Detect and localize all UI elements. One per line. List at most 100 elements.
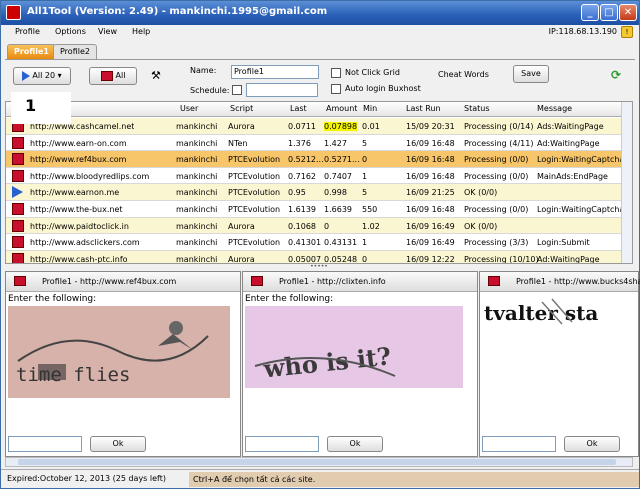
menu-options[interactable]: Options [55,27,86,36]
stop-icon[interactable] [12,236,24,249]
tab-profile1[interactable]: Profile1 [7,44,56,59]
play-icon[interactable] [12,186,23,199]
user-cell: mankinchi [176,138,218,148]
cheat-words-link[interactable]: Cheat Words [438,70,489,79]
site-cell: http://www.the-bux.net [30,205,123,214]
ok-button[interactable]: Ok [90,436,146,452]
min-cell: 1 [362,238,368,248]
menu-profile[interactable]: Profile [15,27,40,36]
amount-cell: 1.427 [324,138,347,148]
amount-cell: 0.7407 [324,171,352,181]
amount-cell: 0.5271... [324,155,360,165]
message-cell: Ad:WaitingPage [537,254,600,264]
run-all-button[interactable]: All 20 ▾ [13,67,71,85]
col-message[interactable]: Message [537,104,572,113]
site-cell: http://www.earnon.me [30,188,120,198]
scroll-thumb[interactable] [18,459,616,465]
message-cell: Login:WaitingCaptcha [537,155,625,165]
table-row[interactable]: http://www.cashcamel.net mankinchi Aurora 0… [6,118,622,135]
window-title: All1Tool (Version: 2.49) - mankinchi.199… [27,6,328,17]
script-cell: Aurora [228,221,255,231]
stop-icon[interactable] [12,169,24,182]
col-last[interactable]: Last [290,104,307,113]
ok-button[interactable]: Ok [327,436,383,452]
name-input[interactable]: Profile1 [231,65,319,79]
save-button[interactable]: Save [513,65,549,83]
script-cell: PTCEvolution [228,188,281,198]
stop-icon[interactable] [488,276,500,286]
table-row[interactable]: http://www.adsclickers.com mankinchi PTCEv… [6,234,622,251]
stop-icon[interactable] [14,276,26,286]
captcha-text: time flies [16,364,130,386]
splitter[interactable]: ••••• [5,264,633,270]
grid-scrollbar[interactable] [621,102,632,263]
not-click-grid-checkbox[interactable] [331,68,341,78]
last-cell: 1.6139 [288,205,316,214]
app-window: All1Tool (Version: 2.49) - mankinchi.199… [0,0,640,489]
amount-cell: 0 [324,221,330,231]
site-cell: http://www.bloodyredlips.com [30,171,150,181]
info-icon[interactable]: ! [621,26,633,38]
tab-profile2[interactable]: Profile2 [53,44,97,59]
title-bar[interactable]: All1Tool (Version: 2.49) - mankinchi.199… [1,1,639,25]
last-cell: 0.5212... [288,155,324,165]
stop-icon[interactable] [12,136,24,149]
horizontal-scrollbar[interactable] [5,457,633,467]
captcha-prompt: Enter the following: [8,294,97,304]
stop-icon[interactable] [12,153,24,166]
min-cell: 5 [362,138,368,148]
message-cell: Login:WaitingCaptcha [537,205,625,214]
captcha-text: tvalter sta [484,301,598,325]
dropdown-arrow-icon[interactable]: ▾ [58,71,62,80]
captcha-input[interactable] [482,436,556,452]
status-bar: Expired:October 12, 2013 (25 days left) … [1,469,639,489]
stop-icon[interactable] [251,276,263,286]
table-row[interactable]: http://www.paidtoclick.in mankinchi Aurora… [6,217,622,235]
col-script[interactable]: Script [230,104,253,113]
maximize-button[interactable]: □ [600,4,618,21]
col-last-run[interactable]: Last Run [406,104,441,113]
play-icon [22,70,31,81]
col-status[interactable]: Status [464,104,490,113]
stop-icon[interactable] [12,252,24,263]
captcha-input[interactable] [245,436,319,452]
auto-login-checkbox[interactable] [331,84,341,94]
menu-help[interactable]: Help [132,27,150,36]
last-run-cell: 16/09 16:48 [406,155,455,165]
menu-view[interactable]: View [98,27,117,36]
col-user[interactable]: User [180,104,198,113]
refresh-icon[interactable]: ⟳ [611,68,625,82]
last-run-cell: 16/09 12:22 [406,254,455,264]
status-cell: Processing (3/3) [464,238,529,248]
status-cell: Processing (10/10) [464,254,539,264]
captcha-input[interactable] [8,436,82,452]
close-button[interactable]: ✕ [619,4,637,21]
stop-icon[interactable] [12,203,24,215]
not-click-grid-label: Not Click Grid [345,68,400,77]
message-cell: Ads:WaitingPage [537,122,604,131]
expiry-status: Expired:October 12, 2013 (25 days left) [7,474,166,483]
script-cell: PTCEvolution [228,205,281,214]
table-row[interactable]: http://www.earnon.me mankinchi PTCEvolutio… [6,184,622,201]
table-row[interactable]: http://www.the-bux.net mankinchi PTCEvolut… [6,201,625,218]
col-min[interactable]: Min [363,104,377,113]
table-row[interactable]: http://www.ref4bux.com mankinchi PTCEvolut… [6,151,625,168]
schedule-input[interactable] [246,83,318,97]
minimize-button[interactable]: _ [581,4,599,21]
min-cell: 550 [362,205,378,214]
captcha-panel-3: Profile1 - http://www.bucks4share tvalte… [479,271,640,457]
message-cell: Ad:WaitingPage [537,138,600,148]
min-cell: 1.02 [362,221,380,231]
stop-all-button[interactable]: All [89,67,137,85]
table-row[interactable]: http://www.bloodyredlips.com mankinchi PTC… [6,167,622,185]
col-amount[interactable]: Amount [326,104,357,113]
site-cell: http://www.earn-on.com [30,138,127,148]
ok-button[interactable]: Ok [564,436,620,452]
schedule-checkbox[interactable] [232,85,242,95]
stop-icon[interactable] [12,219,24,232]
user-cell: mankinchi [176,238,218,248]
table-row[interactable]: http://www.earn-on.com mankinchi NTen 1.376… [6,134,622,152]
last-run-cell: 16/09 16:48 [406,205,455,214]
tools-icon[interactable]: ⚒ [151,69,161,82]
ip-address: IP:118.68.13.190 [548,27,617,36]
